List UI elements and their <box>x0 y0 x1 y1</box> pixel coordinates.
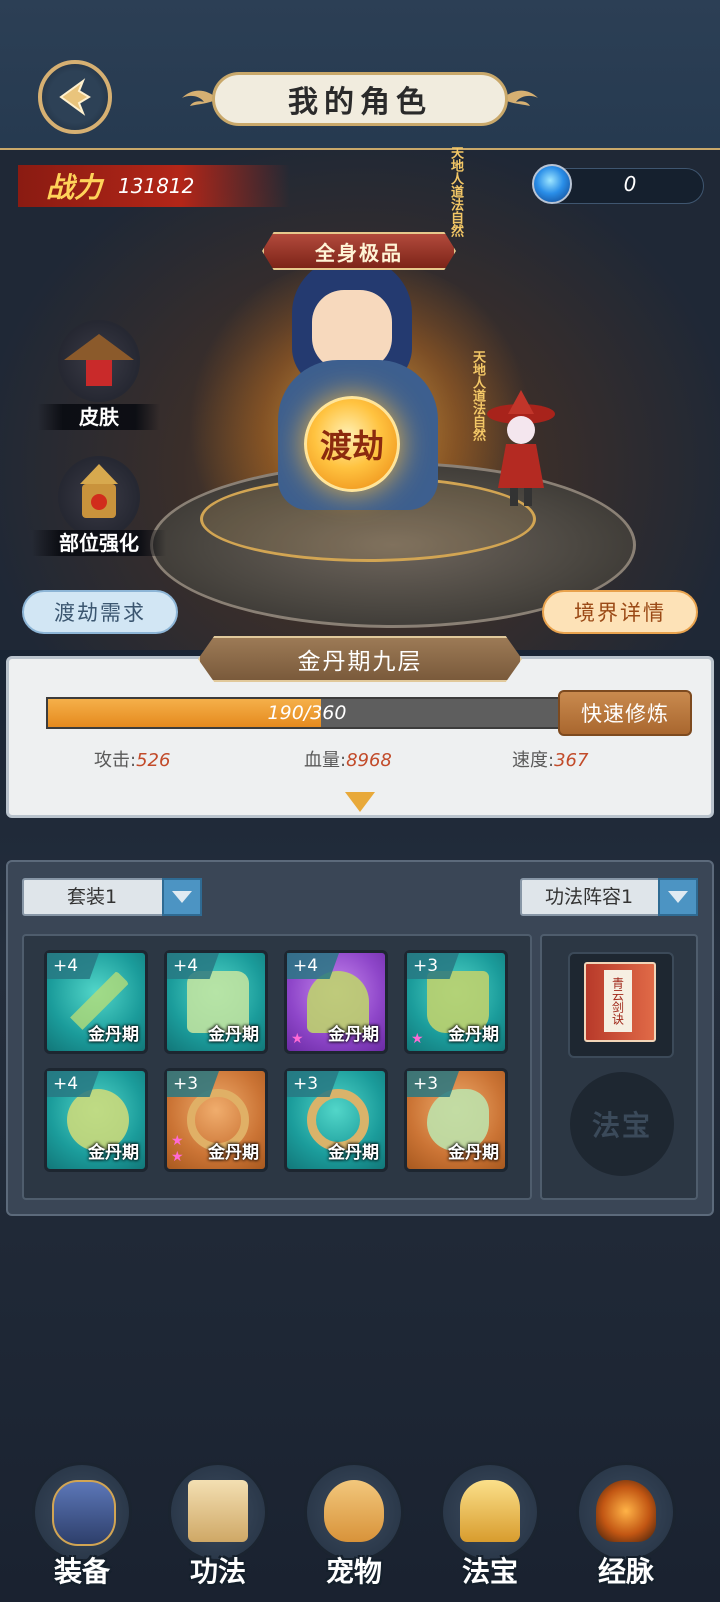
set-dropdown[interactable]: 套装1 <box>22 878 202 916</box>
skin-icon[interactable] <box>58 320 140 402</box>
realm-detail-button[interactable]: 境界详情 <box>542 590 698 634</box>
back-button[interactable] <box>38 60 112 134</box>
slot-stage: 金丹期 <box>88 1143 139 1163</box>
nav-label: 宠物 <box>325 1555 382 1588</box>
star-icon: ★ <box>171 1149 184 1165</box>
fabao-slot[interactable]: 法宝 <box>570 1072 674 1176</box>
cultivation-progress: 190/360 <box>46 697 568 729</box>
title-ornament-right-icon <box>502 90 538 106</box>
scroll-text-right: 天地人道法自然 <box>470 350 485 441</box>
nav-pet[interactable]: 宠物 <box>298 1462 410 1592</box>
equip-slot-jade[interactable]: +3 金丹期 <box>404 1068 508 1172</box>
nav-label: 经脉 <box>597 1555 654 1588</box>
slot-stage: 金丹期 <box>448 1025 499 1045</box>
set-dropdown-value: 套装1 <box>66 886 118 908</box>
pagoda-icon <box>80 464 118 518</box>
star-icon: ★ <box>291 1031 304 1047</box>
meridian-flame-icon <box>596 1480 656 1542</box>
quality-ribbon: 全身极品 <box>262 232 456 270</box>
slot-stage: 金丹期 <box>448 1143 499 1163</box>
slot-stage: 金丹期 <box>208 1143 259 1163</box>
hero-face <box>312 290 392 370</box>
star-icon: ★ <box>411 1031 424 1047</box>
stat-value: 8968 <box>346 750 392 771</box>
slot-stage: 金丹期 <box>88 1025 139 1045</box>
armor-icon <box>52 1480 116 1546</box>
gem-value: 0 <box>623 172 637 196</box>
dropdown-arrow-icon[interactable] <box>162 878 202 916</box>
stat-attack: 攻击:526 <box>94 746 170 772</box>
dujie-need-button[interactable]: 渡劫需求 <box>22 590 178 634</box>
nav-meridian[interactable]: 经脉 <box>570 1462 682 1592</box>
technique-book-title: 青云剑诀 <box>604 970 632 1032</box>
back-arrow-icon <box>59 78 91 116</box>
dujie-button[interactable]: 渡劫 <box>304 396 400 492</box>
star-icon: ★ <box>171 1133 184 1149</box>
equip-slot-helmet[interactable]: +4 ★ 金丹期 <box>284 950 388 1054</box>
stat-label: 速度: <box>512 750 555 771</box>
nav-label: 功法 <box>189 1555 246 1588</box>
enhance-icon[interactable] <box>58 456 140 538</box>
nav-label: 装备 <box>53 1555 110 1588</box>
page-title: 我的角色 <box>212 72 508 126</box>
expand-arrow-icon[interactable] <box>345 792 375 812</box>
enhance-label[interactable]: 部位强化 <box>32 530 166 556</box>
equip-slot-boots[interactable]: +3 ★ 金丹期 <box>404 950 508 1054</box>
equip-slot-sword[interactable]: +4 金丹期 <box>44 950 148 1054</box>
stat-speed: 速度:367 <box>512 746 588 772</box>
slot-stage: 金丹期 <box>328 1025 379 1045</box>
quick-train-button[interactable]: 快速修炼 <box>558 690 692 736</box>
dragon-pet-icon <box>324 1480 384 1542</box>
nav-technique[interactable]: 功法 <box>162 1462 274 1592</box>
nav-fabao[interactable]: 法宝 <box>434 1462 546 1592</box>
equip-slot-necklace[interactable]: +4 金丹期 <box>44 1068 148 1172</box>
power-label: 战力 <box>46 171 103 204</box>
stat-label: 攻击: <box>94 750 137 771</box>
nav-equipment[interactable]: 装备 <box>26 1462 138 1592</box>
formation-dropdown-value: 功法阵容1 <box>544 886 634 908</box>
equip-slot-bracelet[interactable]: +3 ★ ★ 金丹期 <box>164 1068 268 1172</box>
golden-bell-icon <box>460 1480 520 1542</box>
slot-stage: 金丹期 <box>208 1025 259 1045</box>
stat-value: 526 <box>136 750 171 771</box>
slot-stage: 金丹期 <box>328 1143 379 1163</box>
stat-hp: 血量:8968 <box>304 746 392 772</box>
slot-level: +4 <box>47 953 99 979</box>
equip-slot-robe[interactable]: +4 金丹期 <box>164 950 268 1054</box>
progress-text: 190/360 <box>267 702 347 724</box>
power-value: 131812 <box>118 174 195 198</box>
pet-companion-icon <box>487 390 555 506</box>
skin-label[interactable]: 皮肤 <box>38 404 160 430</box>
nav-label: 法宝 <box>461 1555 518 1588</box>
stat-label: 血量: <box>304 750 347 771</box>
realm-title: 金丹期九层 <box>198 636 522 682</box>
spirit-gem-icon <box>532 164 572 204</box>
straw-hat-icon <box>64 334 134 386</box>
stat-value: 367 <box>554 750 589 771</box>
scroll-book-icon <box>188 1480 248 1542</box>
formation-dropdown[interactable]: 功法阵容1 <box>520 878 698 916</box>
dropdown-arrow-icon[interactable] <box>658 878 698 916</box>
equip-slot-ring[interactable]: +3 金丹期 <box>284 1068 388 1172</box>
power-banner: 战力 131812 <box>18 165 290 207</box>
